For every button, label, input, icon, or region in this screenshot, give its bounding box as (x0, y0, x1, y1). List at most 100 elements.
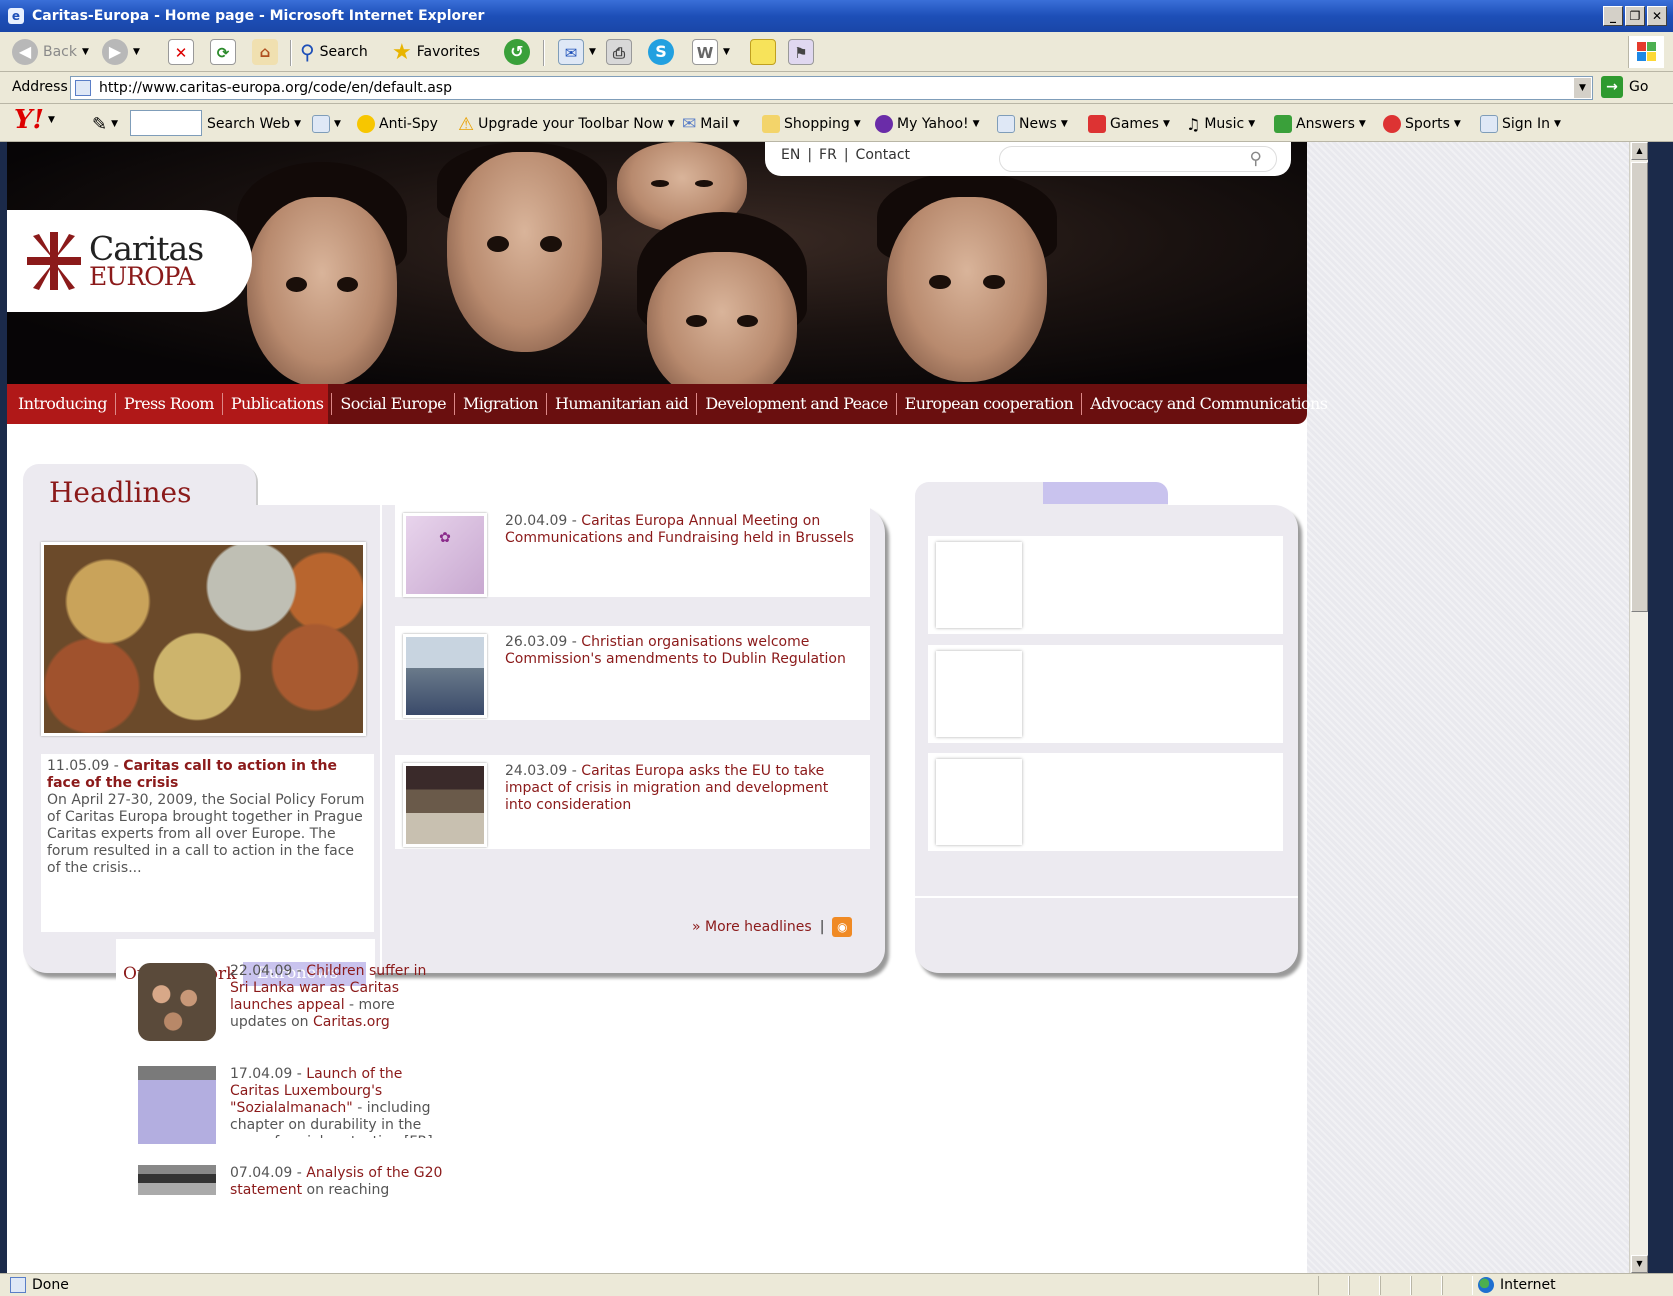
minimize-button[interactable]: _ (1603, 6, 1623, 26)
headline-thumbnail[interactable] (403, 763, 487, 847)
right-panel-tab-active[interactable] (1043, 482, 1168, 504)
back-button[interactable]: ◀ Back ▼ (12, 38, 89, 66)
forward-button[interactable]: ▶ ▼ (102, 38, 140, 66)
more-headlines-link[interactable]: » More headlines (692, 919, 812, 935)
go-button[interactable]: → Go (1601, 76, 1648, 98)
go-arrow-icon: → (1601, 76, 1623, 98)
refresh-button[interactable]: ⟳ (210, 38, 236, 66)
right-panel-thumbnail[interactable] (936, 759, 1022, 845)
restore-button[interactable]: ❐ (1625, 6, 1645, 26)
network-text: 22.04.09 - Children suffer in Sri Lanka … (230, 963, 444, 1031)
status-pane (1442, 1276, 1473, 1295)
nav-item-european-cooperation[interactable]: European cooperation (897, 393, 1083, 415)
nav-item-humanitarian-aid[interactable]: Humanitarian aid (547, 393, 698, 415)
mail-button[interactable]: ✉ ▼ (558, 38, 596, 66)
favorites-button[interactable]: ★ Favorites (392, 38, 480, 66)
nav-item-development-and-peace[interactable]: Development and Peace (697, 393, 897, 415)
ie-icon: e (8, 8, 24, 24)
skype-button[interactable]: S (648, 38, 674, 66)
yahoo-search-input[interactable] (130, 110, 202, 136)
research-button[interactable]: ⚑ (788, 38, 814, 66)
network-thumbnail[interactable] (138, 1066, 216, 1144)
sports-menu[interactable]: Sports ▼ (1383, 112, 1461, 136)
network-rest: on reaching (302, 1182, 390, 1198)
rss-icon[interactable]: ◉ (832, 917, 853, 937)
search-button[interactable]: ⚲ Search (300, 38, 368, 66)
address-dropdown-icon[interactable]: ▼ (1573, 77, 1592, 99)
nav-item-introducing[interactable]: Introducing (10, 393, 116, 415)
scroll-thumb[interactable] (1631, 162, 1648, 612)
close-button[interactable]: ✕ (1647, 6, 1667, 26)
games-icon (1088, 115, 1106, 133)
right-panel-item (928, 645, 1283, 743)
caritas-org-link[interactable]: Caritas.org (313, 1014, 390, 1030)
featured-summary: On April 27-30, 2009, the Social Policy … (47, 792, 365, 876)
music-menu[interactable]: ♫ Music ▼ (1186, 112, 1255, 136)
scroll-down-icon[interactable]: ▼ (1631, 1255, 1648, 1273)
games-menu[interactable]: Games ▼ (1088, 112, 1170, 136)
headline-thumbnail[interactable] (403, 634, 487, 718)
sports-label: Sports (1405, 116, 1450, 132)
answers-menu[interactable]: Answers ▼ (1274, 112, 1366, 136)
right-panel-divider (915, 896, 1298, 898)
upgrade-dropdown-icon: ▼ (667, 119, 675, 129)
network-thumbnail[interactable] (138, 963, 216, 1041)
lang-fr-link[interactable]: FR (819, 147, 837, 163)
featured-image-coins[interactable] (41, 542, 366, 736)
magnifier-icon[interactable]: ⚲ (1250, 149, 1262, 169)
featured-date: 11.05.09 - (47, 758, 124, 774)
highlighter-button[interactable]: ✎ ▼ (92, 112, 118, 136)
yahoo-logo-button[interactable]: Y! ▼ (14, 105, 55, 135)
my-yahoo-menu[interactable]: My Yahoo! ▼ (875, 112, 980, 136)
sign-in-button[interactable]: Sign In ▼ (1480, 112, 1561, 136)
nav-item-advocacy[interactable]: Advocacy and Communications (1082, 393, 1335, 415)
anti-spy-button[interactable]: Anti-Spy (357, 112, 438, 136)
network-thumbnail[interactable] (138, 1165, 216, 1195)
search-web-button[interactable]: Search Web ▼ (207, 112, 301, 136)
warning-icon: ⚠ (458, 113, 475, 135)
news-label: News (1019, 116, 1057, 132)
right-panel-thumbnail[interactable] (936, 651, 1022, 737)
search-icon: ⚲ (300, 40, 315, 64)
music-icon: ♫ (1186, 114, 1201, 134)
network-date: 07.04.09 - (230, 1165, 307, 1181)
answers-icon (1274, 115, 1292, 133)
toolbar-options-button[interactable]: ▼ (312, 112, 341, 136)
upgrade-toolbar-button[interactable]: ⚠ Upgrade your Toolbar Now ▼ (458, 112, 675, 136)
shopping-menu[interactable]: Shopping ▼ (762, 112, 861, 136)
nav-item-social-europe[interactable]: Social Europe (332, 393, 455, 415)
home-button[interactable]: ⌂ (252, 38, 278, 66)
sign-in-icon (1480, 115, 1498, 133)
favorites-label: Favorites (416, 44, 480, 60)
edit-button[interactable]: W ▼ (692, 38, 730, 66)
mail-menu[interactable]: ✉ Mail ▼ (682, 112, 740, 136)
contact-link[interactable]: Contact (856, 147, 910, 163)
nav-item-migration[interactable]: Migration (455, 393, 547, 415)
nav-item-press-room[interactable]: Press Room (116, 393, 223, 415)
vertical-scrollbar[interactable]: ▲ ▼ (1629, 142, 1648, 1273)
my-yahoo-dropdown-icon: ▼ (972, 119, 980, 129)
scroll-up-icon[interactable]: ▲ (1631, 142, 1648, 160)
page-background-gutter (1307, 142, 1648, 1273)
envelope-icon: ✉ (682, 114, 697, 134)
nav-item-publications[interactable]: Publications (223, 393, 333, 415)
logo-text-europa: EUROPA (89, 262, 195, 291)
status-pane (1349, 1276, 1380, 1295)
divider: | (807, 147, 813, 163)
history-button[interactable]: ↺ (504, 38, 530, 66)
address-input[interactable]: http://www.caritas-europa.org/code/en/de… (70, 76, 1593, 100)
address-label: Address (12, 79, 68, 95)
note-button[interactable] (750, 38, 776, 66)
stop-button[interactable]: ✕ (168, 38, 194, 66)
skype-icon: S (648, 39, 674, 65)
headline-thumbnail[interactable]: ✿ (403, 513, 487, 597)
my-yahoo-label: My Yahoo! (897, 116, 969, 132)
headline-date: 20.04.09 - (505, 513, 582, 529)
headline-text: 20.04.09 - Caritas Europa Annual Meeting… (505, 513, 855, 547)
site-search-input[interactable]: ⚲ (999, 146, 1277, 172)
news-menu[interactable]: News ▼ (997, 112, 1068, 136)
print-button[interactable]: ⎙ (606, 38, 632, 66)
status-pane (1318, 1276, 1349, 1295)
lang-en-link[interactable]: EN (781, 147, 800, 163)
right-panel-thumbnail[interactable] (936, 542, 1022, 628)
